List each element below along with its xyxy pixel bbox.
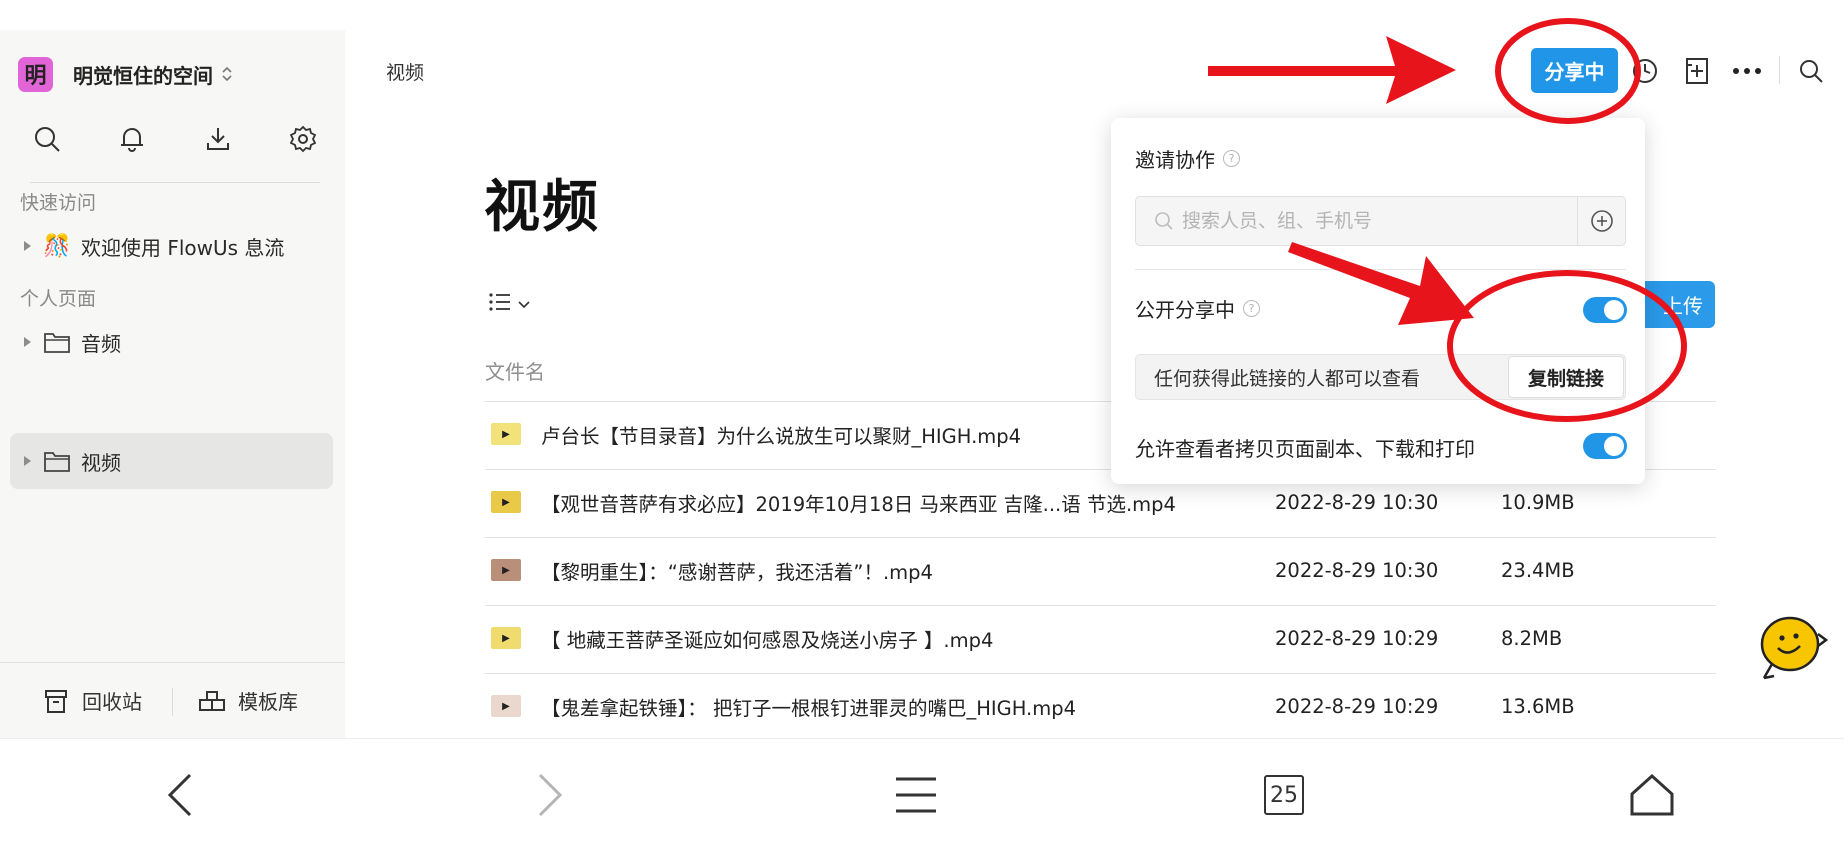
search-icon	[1152, 209, 1176, 233]
sidebar-item-label: 欢迎使用 FlowUs 息流	[81, 235, 285, 260]
expand-caret-icon[interactable]	[24, 337, 31, 347]
file-name: 卢台长【节目录音】为什么说放生可以聚财_HIGH.mp4	[541, 424, 1022, 448]
expand-caret-icon[interactable]	[24, 241, 31, 251]
list-view-icon	[488, 292, 512, 316]
file-size: 13.6MB	[1501, 694, 1575, 718]
invite-heading: 邀请协作 ?	[1135, 144, 1240, 173]
bell-icon[interactable]	[115, 122, 149, 156]
template-blocks-icon	[198, 687, 226, 715]
home-icon[interactable]	[1622, 765, 1682, 825]
trash-icon	[42, 687, 70, 715]
sidebar-footer-divider	[0, 662, 345, 663]
breadcrumb[interactable]: 视频	[386, 58, 424, 85]
workspace-switcher[interactable]: 明 明觉恒住的空间	[18, 56, 235, 92]
download-icon[interactable]	[201, 122, 235, 156]
file-size: 23.4MB	[1501, 558, 1575, 582]
personal-pages-heading: 个人页面	[20, 288, 97, 310]
share-link-box: 任何获得此链接的人都可以查看 复制链接	[1135, 354, 1626, 400]
allow-copy-label: 允许查看者拷贝页面副本、下载和打印	[1135, 437, 1475, 461]
video-thumbnail-icon: ▶	[491, 559, 521, 581]
add-page-icon[interactable]	[1680, 54, 1714, 88]
sidebar-toolbar	[30, 122, 320, 156]
file-date: 2022-8-29 10:29	[1275, 626, 1439, 650]
public-share-heading: 公开分享中 ?	[1135, 294, 1260, 323]
allow-copy-toggle[interactable]	[1583, 433, 1627, 459]
file-name: 【观世音菩萨有求必应】2019年10月18日 马来西亚 吉隆...语 节选.mp…	[541, 492, 1176, 516]
file-name: 【鬼差拿起铁锤】： 把钉子一根根钉进罪灵的嘴巴_HIGH.mp4	[541, 696, 1077, 720]
sidebar-item-video[interactable]: 视频	[10, 433, 333, 489]
invite-search-box[interactable]	[1135, 196, 1626, 246]
search-icon[interactable]	[30, 122, 64, 156]
page-title: 视频	[484, 175, 600, 240]
invite-search-input[interactable]	[1182, 210, 1562, 232]
red-arrow-annotation	[1208, 36, 1456, 104]
sidebar-divider	[30, 182, 320, 183]
more-icon[interactable]	[1730, 54, 1764, 88]
file-size: 8.2MB	[1501, 626, 1563, 650]
file-date: 2022-8-29 10:30	[1275, 558, 1439, 582]
file-date: 2022-8-29 10:29	[1275, 694, 1439, 718]
gear-icon[interactable]	[286, 122, 320, 156]
sidebar-item-label: 音频	[81, 331, 121, 356]
view-toggle[interactable]	[488, 292, 530, 316]
video-thumbnail-icon: ▶	[491, 491, 521, 513]
clock-icon[interactable]	[1628, 54, 1662, 88]
sidebar-item-label: 视频	[81, 450, 121, 475]
file-name: 【 地藏王菩萨圣诞应如何感恩及烧送小房子 】.mp4	[541, 628, 994, 652]
share-button[interactable]: 分享中	[1531, 48, 1618, 93]
share-popover: 邀请协作 ? 公开分享中 ? 任何获得此链接的人都可以查看 复制链接 允许查看者…	[1111, 118, 1645, 484]
video-thumbnail-icon: ▶	[491, 695, 521, 717]
menu-icon[interactable]	[886, 765, 946, 825]
table-row[interactable]: ▶ 【 地藏王菩萨圣诞应如何感恩及烧送小房子 】.mp4 2022-8-29 1…	[485, 605, 1716, 671]
workspace-name: 明觉恒住的空间	[73, 63, 213, 88]
copy-link-button[interactable]: 复制链接	[1508, 356, 1624, 398]
forward-icon[interactable]	[520, 765, 580, 825]
link-permission-text[interactable]: 任何获得此链接的人都可以查看	[1154, 364, 1420, 391]
public-share-label: 公开分享中	[1135, 298, 1235, 322]
file-size: 10.9MB	[1501, 490, 1575, 514]
smiley-mascot-icon[interactable]	[1754, 612, 1828, 682]
footer-separator	[172, 688, 173, 716]
tab-count: 25	[1264, 775, 1304, 815]
trash-label: 回收站	[82, 690, 142, 714]
templates-label: 模板库	[238, 690, 298, 714]
back-icon[interactable]	[150, 765, 210, 825]
tabs-icon[interactable]: 25	[1254, 765, 1314, 825]
file-date: 2022-8-29 10:30	[1275, 490, 1439, 514]
table-row[interactable]: ▶ 【鬼差拿起铁锤】： 把钉子一根根钉进罪灵的嘴巴_HIGH.mp4 2022-…	[485, 673, 1716, 739]
sidebar-item-welcome[interactable]: 🎊 欢迎使用 FlowUs 息流	[10, 218, 333, 274]
chevron-updown-icon	[221, 63, 235, 85]
public-share-toggle[interactable]	[1583, 297, 1627, 323]
folder-icon	[43, 329, 71, 355]
sidebar: 明 明觉恒住的空间 快速访问 🎊 欢迎使用 FlowUs 息流 个人页面 音频	[0, 30, 345, 740]
help-icon[interactable]: ?	[1223, 150, 1240, 167]
column-header-filename: 文件名	[485, 360, 545, 384]
search-icon[interactable]	[1794, 54, 1828, 88]
chevron-down-icon	[518, 295, 530, 314]
table-row[interactable]: ▶ 【黎明重生】：“感谢菩萨，我还活着”！.mp4 2022-8-29 10:3…	[485, 537, 1716, 603]
quick-access-heading: 快速访问	[20, 192, 97, 214]
system-nav-bar: 25	[0, 738, 1844, 858]
party-popper-icon: 🎊	[43, 233, 71, 259]
trash-button[interactable]: 回收站	[42, 686, 142, 715]
topbar-separator	[1779, 56, 1780, 84]
video-thumbnail-icon: ▶	[491, 627, 521, 649]
upload-button[interactable]: 上传	[1640, 281, 1715, 328]
folder-icon	[43, 448, 71, 474]
plus-circle-icon[interactable]	[1577, 197, 1625, 245]
invite-label: 邀请协作	[1135, 148, 1215, 172]
sidebar-item-audio[interactable]: 音频	[10, 314, 333, 370]
expand-caret-icon[interactable]	[24, 456, 31, 466]
video-thumbnail-icon: ▶	[491, 423, 521, 445]
templates-button[interactable]: 模板库	[198, 686, 298, 715]
file-name: 【黎明重生】：“感谢菩萨，我还活着”！.mp4	[541, 560, 933, 584]
popover-divider	[1135, 269, 1626, 270]
help-icon[interactable]: ?	[1243, 300, 1260, 317]
workspace-avatar: 明	[18, 56, 53, 92]
